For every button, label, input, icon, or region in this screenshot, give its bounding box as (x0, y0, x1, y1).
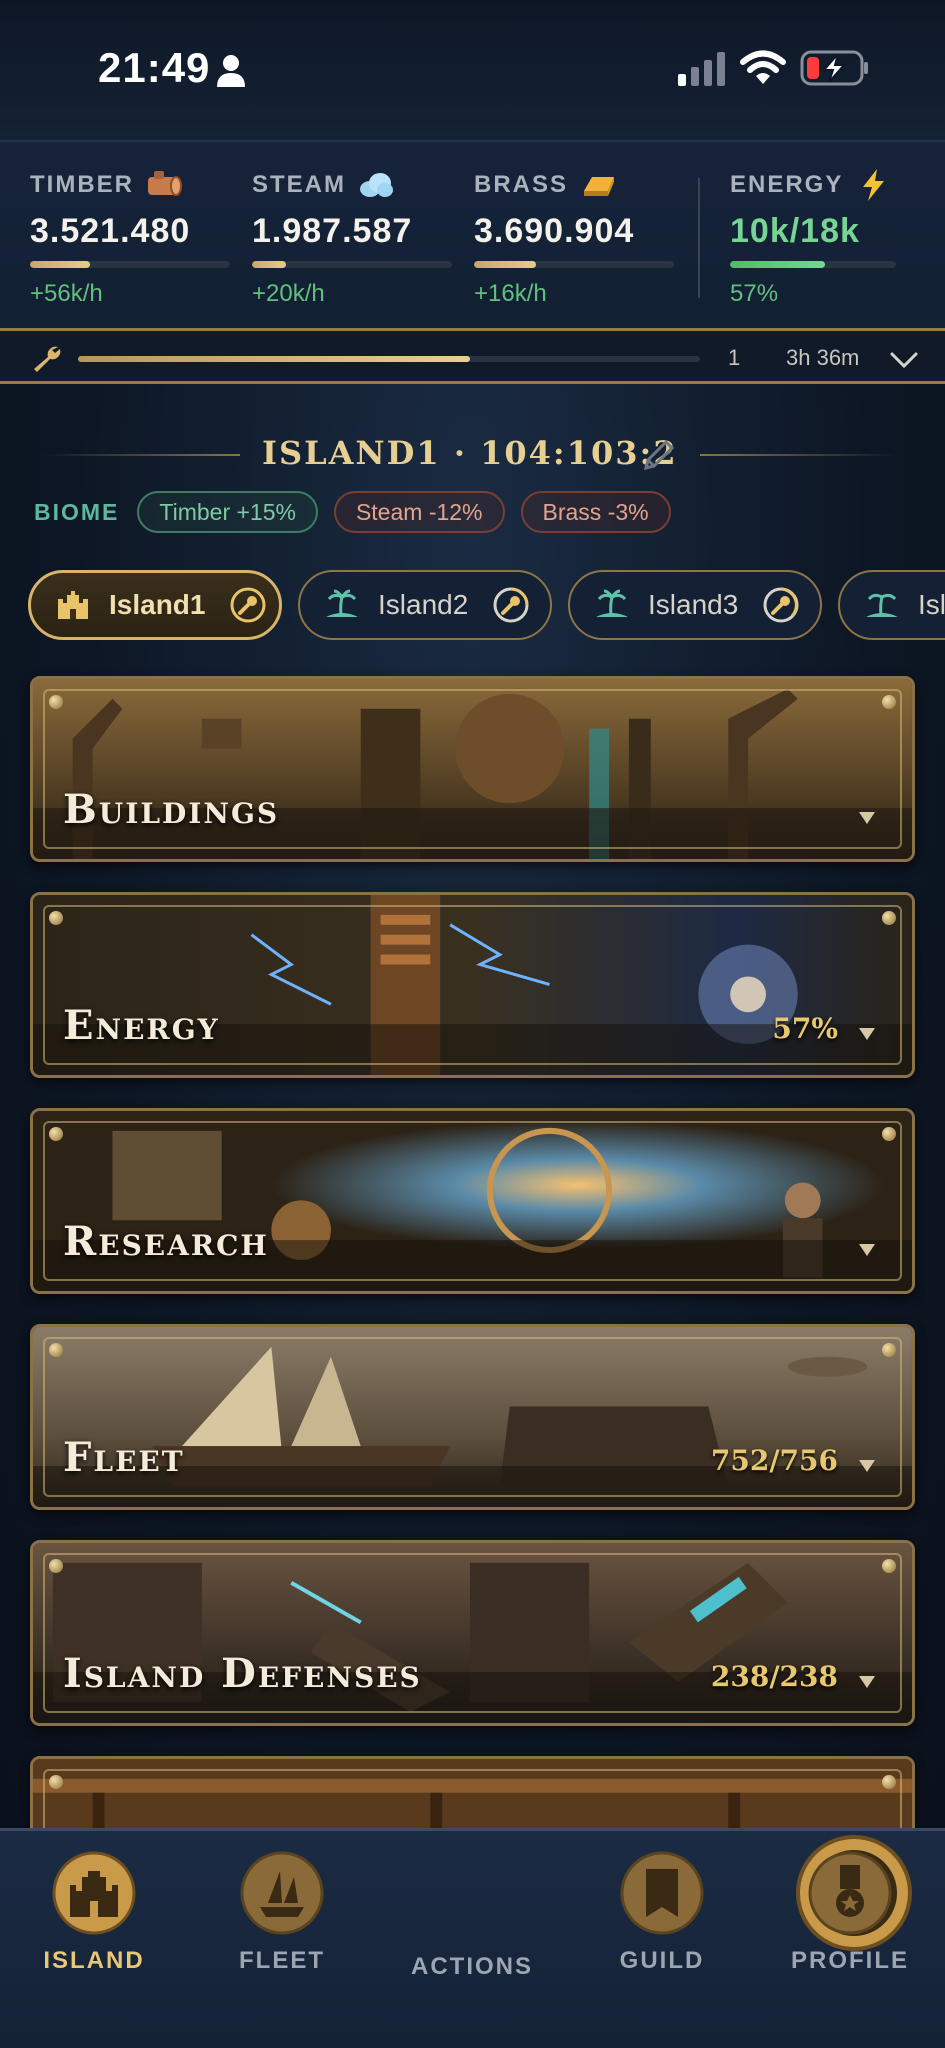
island-tabs: Island1 Island2 Island3 Isl (28, 568, 945, 642)
person-icon (217, 55, 245, 87)
resource-timber[interactable]: TIMBER 3.521.480 +56k/h (30, 170, 230, 308)
resource-label: TIMBER (30, 171, 134, 198)
nav-label: PROFILE (790, 1947, 909, 1974)
battery-charging-icon (800, 50, 868, 86)
resource-label: ENERGY (730, 171, 844, 198)
build-timer-icon (230, 587, 266, 623)
resource-rate: +20k/h (252, 280, 325, 307)
bottom-nav: ISLAND FLEET ACTIONS GUILD PROFILE (0, 1828, 945, 2048)
island-title: ISLAND1 · 104:103:2 (262, 434, 678, 472)
resource-rate: 57% (730, 280, 779, 307)
nav-label: ACTIONS (411, 1953, 533, 1980)
nav-label: ISLAND (43, 1947, 145, 1974)
section-energy[interactable]: Energy 57% (30, 892, 915, 1078)
resource-label: STEAM (252, 171, 346, 198)
resource-brass[interactable]: BRASS 3.690.904 +16k/h (474, 170, 674, 308)
resource-progress (30, 261, 230, 268)
section-buildings[interactable]: Buildings (30, 676, 915, 862)
resource-value: 1.987.587 (252, 212, 413, 250)
build-queue[interactable]: 1 3h 36m (0, 328, 945, 384)
section-island-defenses[interactable]: Island Defenses 238/238 (30, 1540, 915, 1726)
resource-progress (474, 261, 674, 268)
nav-label: GUILD (619, 1947, 705, 1974)
wrench-icon (34, 346, 61, 372)
caret-down-icon (859, 1676, 875, 1688)
caret-down-icon (859, 1028, 875, 1040)
island-header: ISLAND1 · 104:103:2 (40, 430, 905, 480)
section-count: 57% (772, 1012, 838, 1045)
nav-profile[interactable]: PROFILE (760, 1851, 940, 1975)
status-bar: 21:49 (0, 0, 945, 140)
build-timer-icon (493, 587, 529, 623)
brass-ingot-icon (584, 177, 615, 196)
caret-down-icon (859, 812, 875, 824)
nav-label: FLEET (239, 1947, 325, 1974)
section-title: Fleet (63, 1434, 185, 1481)
tab-island2[interactable]: Island2 (298, 570, 552, 640)
tab-island1[interactable]: Island1 (28, 570, 282, 640)
resource-rate: +56k/h (30, 280, 103, 307)
timber-icon (148, 171, 182, 196)
section-research[interactable]: Research (30, 1108, 915, 1294)
pencil-icon[interactable] (642, 438, 676, 472)
ship-icon (240, 1851, 324, 1935)
nav-actions[interactable]: ACTIONS (382, 1835, 912, 1981)
divider (698, 178, 700, 298)
resource-steam[interactable]: STEAM 1.987.587 +20k/h (252, 170, 452, 308)
palm-island-icon (326, 589, 358, 617)
tab-label: Island3 (648, 589, 739, 620)
tab-island3[interactable]: Island3 (568, 570, 822, 640)
section-count: 752/756 (710, 1444, 838, 1477)
resource-label: BRASS (474, 171, 569, 198)
section-title: Research (63, 1218, 269, 1265)
build-progress (78, 356, 700, 362)
castle-icon (52, 1851, 136, 1935)
tab-label: Island4 (918, 589, 945, 620)
signal-icon (678, 52, 725, 86)
section-count: 238/238 (710, 1660, 838, 1693)
palm-island-icon (866, 593, 898, 617)
resource-energy[interactable]: ENERGY 10k/18k 57% (730, 169, 930, 308)
tab-island4[interactable]: Island4 (838, 570, 945, 640)
build-timer-icon (763, 587, 799, 623)
palm-island-icon (596, 589, 628, 617)
queue-time-left: 3h 36m (786, 345, 860, 370)
biome-label: BIOME (34, 498, 120, 525)
tab-label: Island1 (109, 589, 206, 620)
medal-icon (808, 1851, 892, 1935)
resource-bar: TIMBER 3.521.480 +56k/h STEAM 1.987.587 … (0, 140, 945, 328)
banner-icon (620, 1851, 704, 1935)
biome-modifier-badge: Brass -3% (520, 491, 671, 533)
divider (40, 454, 240, 456)
section-fleet[interactable]: Fleet 752/756 (30, 1324, 915, 1510)
tab-label: Island2 (378, 589, 469, 620)
resource-rate: +16k/h (474, 280, 547, 307)
section-title: Island Defenses (63, 1650, 422, 1697)
wifi-icon (740, 50, 786, 84)
nav-island[interactable]: ISLAND (4, 1851, 184, 1975)
biome-modifier-badge: Steam -12% (333, 491, 505, 533)
nav-guild[interactable]: GUILD (572, 1851, 752, 1975)
nav-fleet[interactable]: FLEET (192, 1851, 372, 1975)
resource-value: 3.690.904 (474, 212, 635, 250)
resource-progress (730, 261, 896, 268)
queue-count: 1 (728, 345, 741, 370)
section-title: Buildings (63, 786, 280, 833)
resource-progress (252, 261, 452, 268)
castle-icon (58, 591, 88, 619)
caret-down-icon (859, 1460, 875, 1472)
biome-row: BIOME Timber +15% Steam -12% Brass -3% (34, 490, 671, 534)
caret-down-icon (859, 1244, 875, 1256)
clock: 21:49 (98, 44, 211, 91)
resource-value: 10k/18k (730, 212, 860, 250)
lightning-icon (863, 169, 885, 201)
divider (700, 454, 900, 456)
section-title: Energy (63, 1002, 220, 1049)
chevron-down-icon[interactable] (888, 345, 920, 375)
resource-value: 3.521.480 (30, 212, 191, 250)
cloud-icon (360, 173, 393, 197)
biome-modifier-badge: Timber +15% (137, 491, 318, 533)
